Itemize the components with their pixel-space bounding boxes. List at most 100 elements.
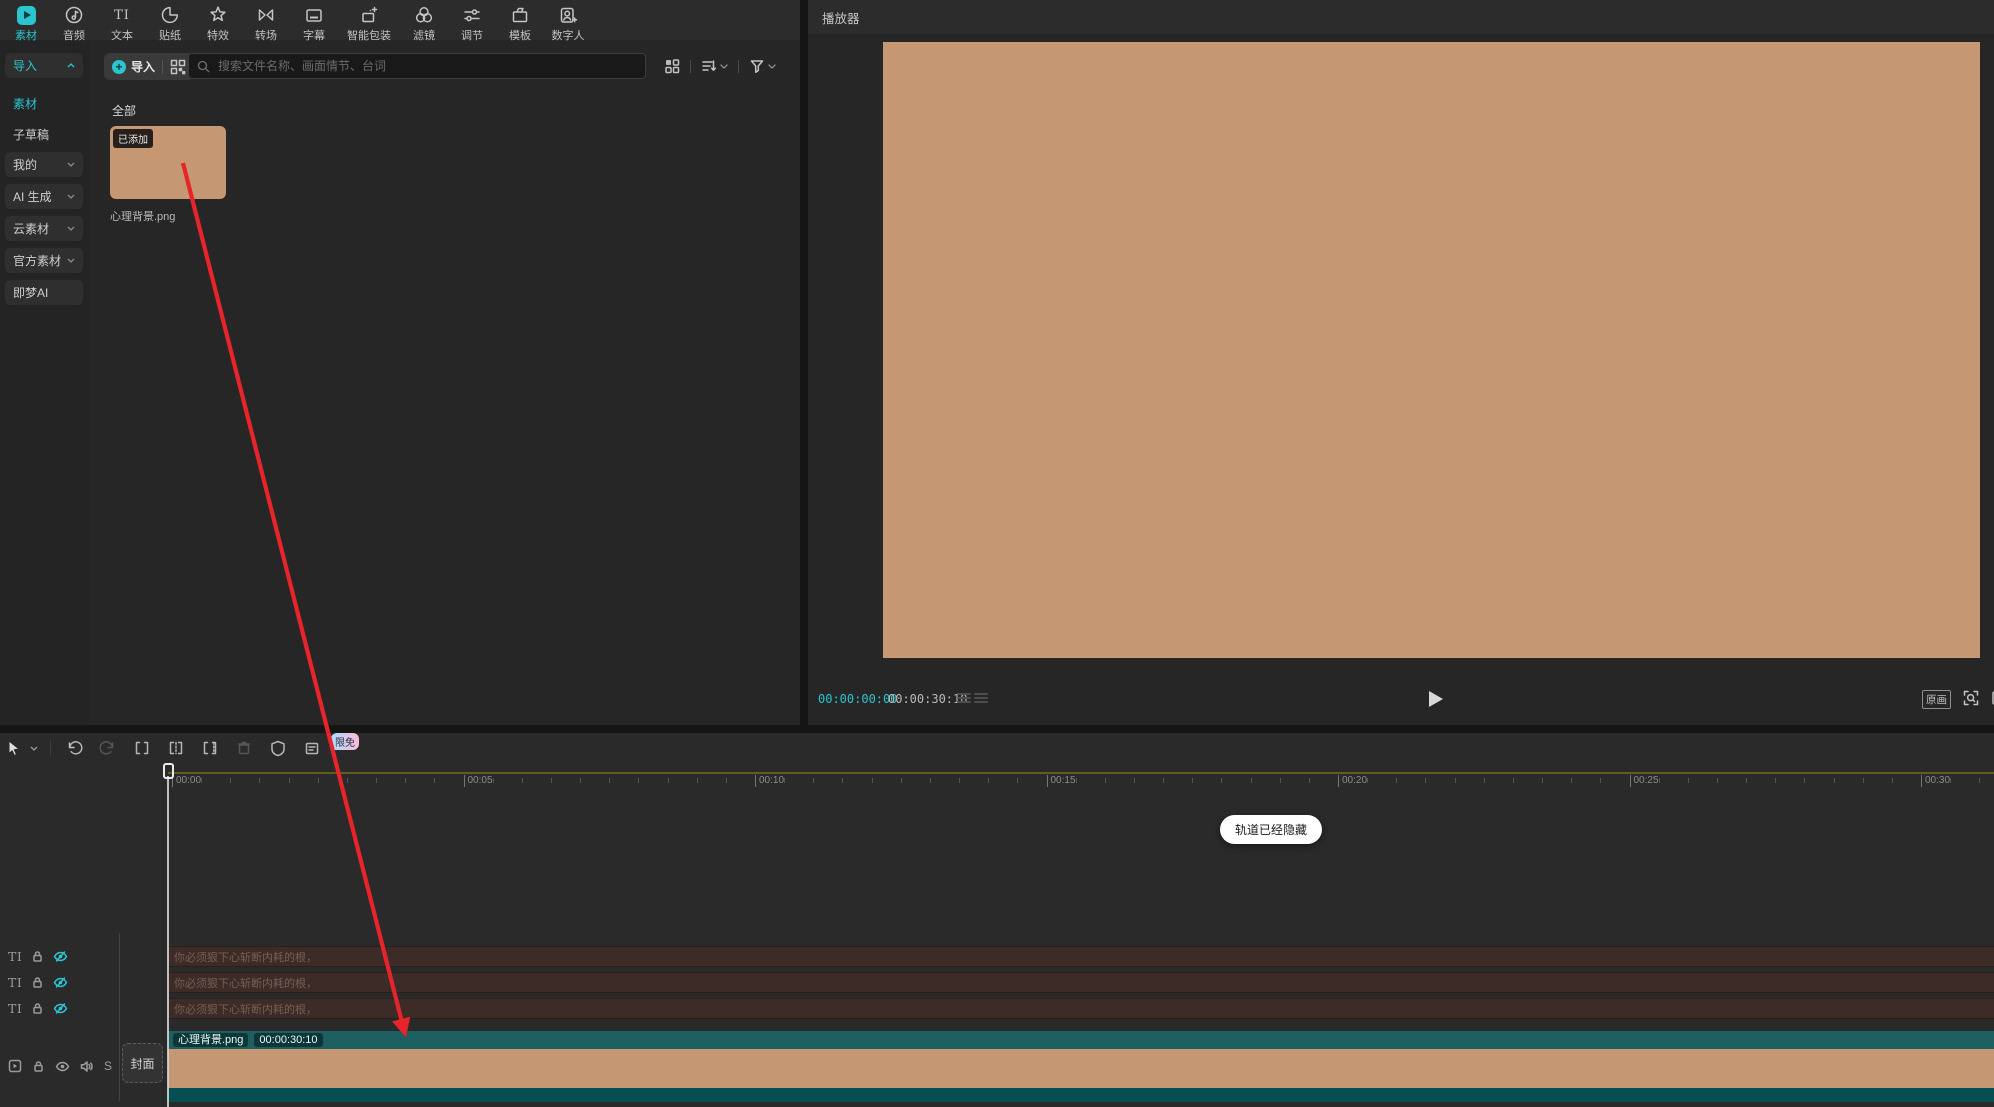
text-clip[interactable]: 你必须狠下心斩断内耗的根， — [168, 946, 1994, 967]
sidebar-item-cloud-material[interactable]: 云素材 — [5, 216, 83, 241]
main-clip-body[interactable] — [168, 1048, 1994, 1088]
fit-screen-icon[interactable] — [1962, 689, 1980, 707]
search-input[interactable] — [216, 58, 637, 74]
select-tool-dropdown[interactable] — [24, 735, 44, 761]
undo-button[interactable] — [57, 735, 91, 761]
eye-hidden-icon[interactable] — [53, 976, 68, 989]
ruler-tick — [1192, 778, 1194, 783]
text-clip[interactable]: 你必须狠下心斩断内耗的根， — [168, 972, 1994, 993]
import-button-group: + 导入 — [104, 53, 195, 80]
limited-free-badge: 限免 — [331, 733, 359, 750]
ruler-tick — [1862, 778, 1864, 783]
ruler-tick — [1133, 778, 1135, 783]
media-panel: + 导入 全部 — [90, 40, 800, 725]
nav-label: 贴纸 — [159, 30, 181, 42]
solo-track-button[interactable]: S — [104, 1059, 112, 1073]
sidebar-item-mine[interactable]: 我的 — [5, 152, 83, 177]
eye-icon[interactable] — [55, 1060, 70, 1073]
sidebar-item-import[interactable]: 导入 — [5, 53, 83, 78]
tab-all[interactable]: 全部 — [112, 102, 136, 119]
main-clip-footer[interactable] — [168, 1088, 1994, 1102]
media-item-filename: 心理背景.png — [110, 211, 176, 223]
delete-button[interactable] — [227, 735, 261, 761]
ruler-tick — [842, 778, 844, 783]
nav-label: 音频 — [63, 30, 85, 42]
nav-template[interactable]: 模板 — [496, 0, 544, 43]
sidebar-item-official-material[interactable]: 官方素材 — [5, 248, 83, 273]
sidebar-item-material[interactable]: 素材 — [13, 95, 37, 111]
split-right-button[interactable] — [193, 735, 227, 761]
nav-label: 智能包装 — [347, 30, 391, 42]
playhead-handle[interactable] — [163, 763, 174, 779]
redo-button[interactable] — [91, 735, 125, 761]
sidebar-item-subdraft[interactable]: 子草稿 — [13, 126, 49, 142]
split-button[interactable] — [125, 735, 159, 761]
scan-import-icon[interactable] — [170, 59, 186, 75]
nav-label: 特效 — [207, 30, 229, 42]
ruler-tick — [609, 778, 611, 783]
ruler-label: 00:25 — [1629, 775, 1659, 787]
lock-icon[interactable] — [31, 1002, 44, 1015]
nav-digital-human[interactable]: 数字人 — [544, 0, 592, 43]
sort-button[interactable] — [701, 58, 728, 74]
timeline-ruler[interactable]: 00:00 00:05 00:10 00:15 00:20 00:25 00:30 — [168, 762, 1994, 788]
export-doc-button[interactable] — [295, 735, 329, 761]
nav-smart-pack[interactable]: 智能包装 — [338, 0, 400, 43]
nav-effects[interactable]: 特效 — [194, 0, 242, 43]
eye-hidden-icon[interactable] — [53, 950, 68, 963]
lock-icon[interactable] — [31, 950, 44, 963]
grid-view-icon[interactable] — [664, 58, 680, 74]
eye-hidden-icon[interactable] — [53, 1002, 68, 1015]
nav-audio[interactable]: 音频 — [50, 0, 98, 43]
text-icon: TI — [114, 7, 130, 23]
divider — [50, 740, 51, 756]
ruler-label: 00:05 — [463, 775, 493, 787]
ruler-tick — [1367, 778, 1369, 783]
player-header: 播放器 — [808, 0, 1994, 34]
nav-media[interactable]: 素材 — [2, 0, 50, 43]
nav-caption[interactable]: 字幕 — [290, 0, 338, 43]
split-left-button[interactable] — [159, 735, 193, 761]
main-clip-header[interactable]: 心理背景.png 00:00:30:10 — [168, 1031, 1994, 1049]
sidebar-item-jimeng-ai[interactable]: 即梦AI — [5, 280, 83, 305]
filter-button[interactable] — [749, 58, 776, 74]
ruler-tick — [1075, 778, 1077, 783]
panel-divider-vertical[interactable] — [800, 0, 808, 725]
template-icon — [510, 5, 530, 25]
video-track-icon — [8, 1059, 22, 1073]
original-quality-button[interactable]: 原画 — [1922, 690, 1951, 709]
mask-shield-icon[interactable] — [261, 735, 295, 761]
ruler-tick — [1104, 778, 1106, 783]
nav-label: 调节 — [461, 30, 483, 42]
media-item-card[interactable]: 已添加 — [110, 126, 226, 199]
nav-transition[interactable]: 转场 — [242, 0, 290, 43]
mute-speaker-icon[interactable] — [80, 1060, 94, 1073]
search-box[interactable] — [188, 53, 646, 79]
sidebar-item-ai-generate[interactable]: AI 生成 — [5, 184, 83, 209]
nav-sticker[interactable]: 贴纸 — [146, 0, 194, 43]
panel-divider-horizontal[interactable] — [0, 725, 1994, 733]
lock-icon[interactable] — [32, 1060, 45, 1073]
nav-filter[interactable]: 滤镜 — [400, 0, 448, 43]
ruler-tick — [784, 778, 786, 783]
import-button[interactable]: + 导入 — [112, 58, 155, 75]
sticker-icon — [160, 5, 180, 25]
text-clip[interactable]: 你必须狠下心斩断内耗的根， — [168, 998, 1994, 1019]
ruler-tick — [1279, 778, 1281, 783]
ruler-tick — [580, 778, 582, 783]
ruler-tick — [725, 778, 727, 783]
ruler-tick — [1396, 778, 1398, 783]
ruler-tick — [1600, 778, 1602, 783]
nav-text[interactable]: TI 文本 — [98, 0, 146, 43]
cover-button[interactable]: 封面 — [122, 1043, 163, 1083]
nav-label: 文本 — [111, 30, 133, 42]
nav-adjust[interactable]: 调节 — [448, 0, 496, 43]
ruler-tick — [521, 778, 523, 783]
timeline-toolbar — [0, 733, 1994, 763]
ruler-tick — [871, 778, 873, 783]
select-tool-button[interactable] — [4, 735, 24, 761]
play-button[interactable] — [1424, 687, 1448, 711]
lock-icon[interactable] — [31, 976, 44, 989]
duration-timecode: 00:00:30:10 — [888, 692, 968, 706]
ruler-tick — [434, 778, 436, 783]
